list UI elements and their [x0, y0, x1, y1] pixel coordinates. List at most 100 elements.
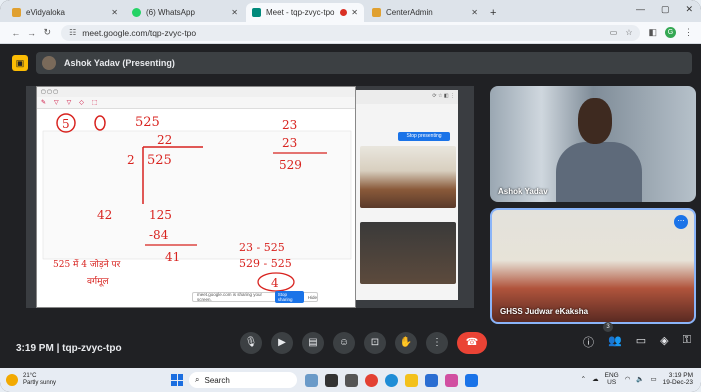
tab-close-icon[interactable]: ✕: [231, 8, 238, 17]
close-window-icon[interactable]: ✕: [685, 4, 693, 15]
quotient: 22: [157, 133, 172, 147]
host-controls-icon[interactable]: ⚿: [683, 334, 691, 350]
side-panel-icon[interactable]: ◧: [648, 27, 657, 38]
more-options-icon[interactable]: ⋮: [426, 332, 448, 354]
emoji-icon[interactable]: ☺: [333, 332, 355, 354]
microphone-icon[interactable]: 🎙: [240, 332, 262, 354]
tab-title: eVidyaloka: [26, 8, 65, 17]
result-line-1: 23 - 525: [239, 241, 285, 254]
step-2: 125: [149, 208, 172, 222]
presenter-meet-window: ⟳ ☆ ◧ ⋮ Stop presenting: [356, 90, 458, 300]
participant-tile-ashok[interactable]: Ashok Yadav: [490, 86, 696, 202]
system-clock[interactable]: 3:19 PM 19-Dec-23: [663, 372, 693, 386]
new-tab-icon[interactable]: +: [490, 7, 496, 19]
weather-widget[interactable]: 21°C Partly sunny: [6, 373, 156, 387]
present-screen-icon[interactable]: ⊡: [364, 332, 386, 354]
profile-avatar[interactable]: G: [665, 27, 676, 38]
check-line-1: 23: [282, 118, 297, 132]
activities-icon[interactable]: ◈: [660, 334, 668, 350]
meet-side-controls: ⓘ 👥 ▭ ◈ ⚿: [583, 334, 691, 350]
centeradmin-favicon-icon: [372, 8, 381, 17]
tab-close-icon[interactable]: ✕: [351, 8, 358, 17]
landscape-widget-icon[interactable]: [305, 373, 318, 387]
menu-kebab-icon[interactable]: ⋮: [684, 27, 693, 38]
back-icon[interactable]: ←: [8, 28, 24, 38]
forward-icon[interactable]: →: [24, 28, 40, 38]
whatsapp-favicon-icon: [132, 8, 141, 17]
camera-icon[interactable]: ▶: [271, 332, 293, 354]
chevron-up-icon[interactable]: ⌃: [581, 375, 586, 383]
chat-icon[interactable]: ▭: [636, 334, 646, 350]
top-number: 525: [135, 115, 160, 130]
step-3: -84: [149, 228, 169, 242]
app-icon[interactable]: [465, 373, 478, 387]
whiteboard-titlebar: ▢ ▢ ▢: [37, 87, 355, 97]
tab-meet[interactable]: Meet - tqp-zvyc-tpo ✕: [246, 3, 364, 22]
browser-toolbar: ← → ↻ ☷ meet.google.com/tqp-zvyc-tpo ▭ ☆…: [0, 22, 701, 44]
participant-face: [578, 98, 612, 144]
address-bar[interactable]: ☷ meet.google.com/tqp-zvyc-tpo ▭ ☆: [61, 24, 641, 41]
meet-controls-bar: 3:19 PM | tqp-zvyc-tpo 🎙 ▶ ▤ ☺ ⊡ ✋ ⋮ ☎ ⓘ…: [0, 322, 701, 368]
meeting-details-icon[interactable]: ⓘ: [583, 334, 594, 350]
volume-icon[interactable]: 🔈: [636, 375, 644, 383]
minimize-icon[interactable]: —: [636, 4, 645, 15]
banner-text: meet.google.com is sharing your screen.: [197, 292, 263, 302]
edge-icon[interactable]: [385, 373, 398, 387]
presenter-avatar: [42, 56, 56, 70]
chrome-icon[interactable]: [365, 373, 378, 387]
wifi-icon[interactable]: ◠: [625, 375, 631, 383]
end-call-button[interactable]: ☎: [457, 332, 487, 354]
site-settings-icon[interactable]: ☷: [69, 28, 76, 37]
tab-close-icon[interactable]: ✕: [471, 8, 478, 17]
weather-desc: Partly sunny: [23, 380, 57, 386]
reload-icon[interactable]: ↻: [39, 27, 55, 38]
toolbar-right: ◧ G ⋮: [648, 27, 693, 38]
recording-indicator-icon: [340, 9, 348, 16]
result-line-2: 529 - 525: [239, 257, 292, 270]
captions-icon[interactable]: ▤: [302, 332, 324, 354]
cast-icon[interactable]: ▭: [610, 28, 618, 37]
tile-more-options-icon[interactable]: ⋯: [674, 215, 688, 229]
store-icon[interactable]: [425, 373, 438, 387]
maximize-icon[interactable]: ▢: [661, 4, 670, 15]
participant-body: [556, 142, 642, 202]
task-view-icon[interactable]: [345, 373, 358, 387]
marker-icon: ▽: [66, 100, 72, 106]
note-line-2: वर्गमूल: [87, 275, 109, 287]
circled-number: 5: [62, 117, 70, 131]
people-icon[interactable]: 👥: [608, 334, 622, 350]
tab-title: Meet - tqp-zvyc-tpo: [266, 8, 335, 17]
weather-text: 21°C Partly sunny: [23, 373, 56, 387]
participant-tile-ghss[interactable]: ⋯ GHSS Judwar eKaksha: [490, 208, 696, 324]
cloud-icon[interactable]: ☁: [592, 375, 599, 383]
start-button[interactable]: [171, 374, 183, 386]
tab-evidyaloka[interactable]: eVidyaloka ✕: [6, 3, 124, 22]
shared-screen: ▢ ▢ ▢ ✎ ▽ ▽ ◇ ⬚ 5 525 22 2 525 42 125 -8…: [26, 86, 474, 308]
photos-icon[interactable]: [445, 373, 458, 387]
presenter-label: Ashok Yadav (Presenting): [64, 58, 175, 68]
participant-name: GHSS Judwar eKaksha: [500, 307, 589, 316]
shape-icon: ⬚: [91, 100, 98, 106]
raise-hand-icon[interactable]: ✋: [395, 332, 417, 354]
meet-header: ▣ Ashok Yadav (Presenting): [0, 44, 701, 82]
banner-hide: Hide: [307, 294, 317, 300]
step-4: 41: [165, 250, 180, 264]
bookmark-star-icon[interactable]: ☆: [625, 28, 632, 37]
tab-close-icon[interactable]: ✕: [111, 8, 118, 17]
pen-icon: ✎: [41, 100, 47, 106]
file-explorer-icon[interactable]: [405, 373, 418, 387]
tab-title: CenterAdmin: [386, 8, 433, 17]
taskbar-search[interactable]: ⌕ Search: [189, 372, 297, 388]
language-indicator[interactable]: ENG US: [605, 372, 619, 386]
presenter-meet-toolbar: ⟳ ☆ ◧ ⋮: [356, 90, 458, 104]
copilot-icon[interactable]: [325, 373, 338, 387]
windows-taskbar: 21°C Partly sunny ⌕ Search ⌃ ☁ ENG US ◠ …: [0, 368, 701, 392]
tab-whatsapp[interactable]: (6) WhatsApp ✕: [126, 3, 244, 22]
battery-icon[interactable]: ▭: [650, 375, 656, 383]
presenter-view-classroom-tile: [360, 146, 456, 208]
dividend: 525: [147, 153, 172, 168]
check-line-2: 23: [282, 136, 297, 150]
meeting-code: tqp-zvyc-tpo: [62, 342, 122, 354]
tab-centeradmin[interactable]: CenterAdmin ✕: [366, 3, 484, 22]
remainder: 4: [271, 276, 279, 290]
